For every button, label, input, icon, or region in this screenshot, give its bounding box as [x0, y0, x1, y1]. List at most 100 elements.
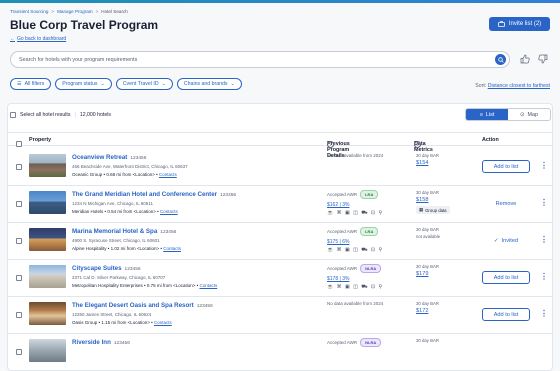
program-status-dropdown[interactable]: Program status ⌄: [55, 78, 112, 90]
search-button[interactable]: [495, 54, 506, 65]
lra-badge: LRA: [360, 190, 379, 199]
previous-program: No data available from 2024: [327, 301, 383, 306]
more-options-icon[interactable]: ⋮: [540, 162, 548, 170]
hotel-chain-distance: Oceanic Group • 0.68 mi from <Location> …: [72, 172, 177, 177]
previous-program: Accepted AWR NLRA $178 | 3% ☕ ⌘ ▣ ◫ ⛟ ⊡ ⚲: [327, 264, 383, 291]
data-metrics: 30 day BAR $158 ▦ Group data: [416, 190, 450, 214]
hotel-id: 123456: [220, 193, 237, 198]
previous-program: Accepted AWR LRA $162 | 3% ☕ ⌘ ▣ ◫ ⛟ ⊡ ⚲: [327, 190, 383, 217]
awr-status: Accepted AWR LRA: [327, 227, 383, 236]
chains-brands-dropdown[interactable]: Chains and brands ⌄: [176, 78, 242, 90]
table-header: Property Previous Program Details i Data …: [8, 132, 552, 159]
rates-link[interactable]: $178 | 3%: [327, 276, 383, 282]
list-view-label: List: [485, 111, 495, 118]
metric-value-link[interactable]: $179: [416, 271, 439, 277]
thumbs-up-icon[interactable]: [520, 54, 530, 64]
table-row: Oceanview Retreat 123456 456 Beachside Av…: [8, 149, 552, 186]
row-checkbox[interactable]: [16, 349, 22, 355]
header-action: Action: [482, 137, 499, 143]
breadcrumb-separator: >: [51, 9, 55, 14]
hotel-chain-distance: Meridian Hotels • 0.54 mi from <Location…: [72, 209, 178, 214]
row-checkbox[interactable]: [16, 275, 22, 281]
hotel-chain-distance: Oasis Group • 1.15 mi from <Location> • …: [72, 320, 172, 325]
metric-label: 30 day BAR: [416, 153, 439, 158]
back-to-dashboard-link[interactable]: ← Go back to dashboard: [10, 36, 66, 42]
all-filters-button[interactable]: ☰ All filters: [10, 78, 52, 90]
data-metrics: 30 day BAR $172: [416, 301, 439, 314]
invited-label: Invited: [501, 237, 519, 244]
awr-status: Accepted AWR LRA: [327, 190, 383, 199]
prev-text: Accepted AWR: [327, 192, 358, 197]
metric-value-link[interactable]: $158: [416, 197, 450, 203]
breadcrumb-manage-program[interactable]: Manage Program: [57, 9, 93, 14]
hotel-address: 4900 S. Syracuse Street, Chicago, IL 606…: [72, 238, 160, 243]
lra-badge: LRA: [360, 227, 379, 236]
hotel-photo: [29, 302, 66, 325]
rates-link[interactable]: $175 | 6%: [327, 239, 383, 245]
rates-link[interactable]: $162 | 3%: [327, 202, 383, 208]
hotel-name-link[interactable]: Cityscape Suites 123456: [72, 265, 141, 272]
hotel-name-link[interactable]: Oceanview Retreat 123456: [72, 154, 146, 161]
header-checkbox[interactable]: [16, 141, 22, 147]
contacts-link[interactable]: Contacts: [160, 209, 178, 214]
contacts-link[interactable]: Contacts: [154, 320, 172, 325]
metric-label: 30 day BAR: [416, 301, 439, 306]
chains-brands-label: Chains and brands: [183, 81, 228, 87]
map-view-button[interactable]: ⊙ Map: [508, 109, 550, 120]
list-view-button[interactable]: ≡ List: [466, 109, 508, 120]
filter-icon: ☰: [17, 81, 22, 87]
contacts-link[interactable]: Contacts: [163, 246, 181, 251]
contacts-link[interactable]: Contacts: [159, 172, 177, 177]
group-data-label: Group data: [425, 207, 447, 213]
table-row: The Grand Meridian Hotel and Conference …: [8, 186, 552, 223]
row-checkbox[interactable]: [16, 312, 22, 318]
previous-program: Accepted AWR LRA $175 | 6% ☕ ⌘ ▣ ◫ ⛟ ⊡ ⚲: [327, 227, 383, 254]
data-metrics: 30 day BAR not available: [416, 227, 440, 239]
hotel-name-link[interactable]: The Elegant Desert Oasis and Spa Resort 1…: [72, 302, 213, 309]
add-to-list-button[interactable]: Add to list: [482, 160, 530, 173]
more-options-icon[interactable]: ⋮: [540, 273, 548, 281]
metric-value-link[interactable]: $154: [416, 160, 439, 166]
prev-text: No data available from 2024: [327, 301, 384, 306]
add-to-list-button[interactable]: Add to list: [482, 271, 530, 284]
search-input[interactable]: [19, 56, 489, 64]
hotel-name: Marina Memorial Hotel & Spa: [72, 228, 158, 235]
remove-button[interactable]: Remove: [482, 197, 530, 210]
hotel-name-link[interactable]: The Grand Meridian Hotel and Conference …: [72, 191, 236, 198]
hotel-name: The Elegant Desert Oasis and Spa Resort: [72, 302, 194, 309]
hotel-name-link[interactable]: Marina Memorial Hotel & Spa 123456: [72, 228, 176, 235]
program-status-label: Program status: [62, 81, 98, 87]
sort-control: Sort: Distance closest to farthest: [475, 83, 550, 89]
hotel-photo: [29, 228, 66, 251]
invite-list-button[interactable]: Invite list (2): [489, 17, 550, 31]
group-data-tag[interactable]: ▦ Group data: [416, 206, 450, 214]
hotel-id: 123456: [196, 304, 213, 309]
thumbs-down-icon[interactable]: [538, 54, 548, 64]
row-checkbox[interactable]: [16, 201, 22, 207]
contacts-link[interactable]: Contacts: [199, 283, 217, 288]
row-checkbox[interactable]: [16, 164, 22, 170]
hotel-name-link[interactable]: Riverside Inn 123456: [72, 339, 130, 346]
list-icon: ≡: [479, 111, 483, 118]
data-metrics: 30 day BAR $154: [416, 153, 439, 166]
sort-value-link[interactable]: Distance closest to farthest: [488, 83, 550, 89]
add-to-list-button[interactable]: Add to list: [482, 308, 530, 321]
select-all-checkbox[interactable]: [10, 112, 16, 118]
table-row: Marina Memorial Hotel & Spa 123456 4900 S…: [8, 223, 552, 260]
row-checkbox[interactable]: [16, 238, 22, 244]
cvent-travel-id-dropdown[interactable]: Cvent Travel ID ⌄: [115, 78, 173, 90]
previous-program: No data available from 2024: [327, 153, 383, 158]
breadcrumb-transient-sourcing[interactable]: Transient Sourcing: [10, 9, 48, 14]
more-options-icon[interactable]: ⋮: [540, 199, 548, 207]
chain-text: Oasis Group • 1.15 mi from <Location> •: [72, 320, 153, 325]
hotel-name: Cityscape Suites: [72, 265, 122, 272]
sort-label: Sort:: [475, 83, 487, 89]
more-options-icon[interactable]: ⋮: [540, 310, 548, 318]
hotel-id: 123456: [113, 341, 130, 346]
hotel-address: 2371 Cal D. Silver Parkway, Chicago, IL …: [72, 275, 166, 280]
metric-value-link[interactable]: $172: [416, 308, 439, 314]
info-icon[interactable]: i: [327, 141, 334, 148]
info-icon[interactable]: i: [414, 141, 421, 148]
more-options-icon[interactable]: ⋮: [540, 236, 548, 244]
all-filters-label: All filters: [24, 81, 45, 87]
